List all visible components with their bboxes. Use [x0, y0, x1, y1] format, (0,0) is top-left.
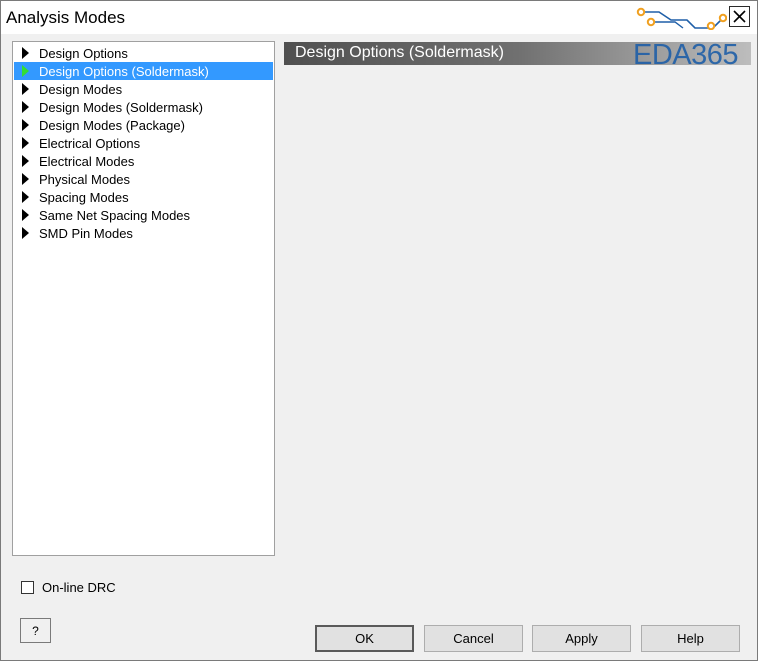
- expand-arrow-icon[interactable]: [22, 137, 29, 149]
- expand-arrow-icon[interactable]: [22, 119, 29, 131]
- tree-item-label: Design Modes (Soldermask): [39, 100, 204, 115]
- context-help-button[interactable]: ?: [20, 618, 51, 643]
- expand-arrow-icon[interactable]: [22, 101, 29, 113]
- expand-arrow-icon[interactable]: [22, 227, 29, 239]
- close-icon: [733, 10, 746, 23]
- expand-arrow-icon[interactable]: [22, 209, 29, 221]
- tree-item-smd-pin-modes[interactable]: SMD Pin Modes: [14, 224, 273, 242]
- category-tree[interactable]: Design Options Design Options (Soldermas…: [12, 41, 275, 556]
- tree-item-label: Electrical Modes: [39, 154, 135, 169]
- ok-button[interactable]: OK: [315, 625, 414, 652]
- expand-arrow-icon[interactable]: [22, 83, 29, 95]
- tree-item-electrical-modes[interactable]: Electrical Modes: [14, 152, 273, 170]
- tree-item-design-options[interactable]: Design Options: [14, 44, 273, 62]
- tree-item-label: Design Options (Soldermask): [39, 64, 209, 79]
- apply-button[interactable]: Apply: [532, 625, 631, 652]
- tree-item-spacing-modes[interactable]: Spacing Modes: [14, 188, 273, 206]
- expand-arrow-icon[interactable]: [22, 155, 29, 167]
- tree-item-label: Electrical Options: [39, 136, 141, 151]
- help-button[interactable]: Help: [641, 625, 740, 652]
- tree-item-electrical-options[interactable]: Electrical Options: [14, 134, 273, 152]
- close-button[interactable]: [729, 6, 750, 27]
- expand-arrow-icon[interactable]: [22, 191, 29, 203]
- expand-arrow-icon[interactable]: [22, 65, 29, 77]
- window-title: Analysis Modes: [6, 8, 126, 27]
- tree-item-design-modes[interactable]: Design Modes: [14, 80, 273, 98]
- expand-arrow-icon[interactable]: [22, 47, 29, 59]
- watermark-logo: EDA365: [633, 39, 739, 71]
- analysis-modes-dialog: Analysis Modes Design Options Design Opt…: [0, 0, 758, 661]
- tree-item-design-modes-package[interactable]: Design Modes (Package): [14, 116, 273, 134]
- cancel-button[interactable]: Cancel: [424, 625, 523, 652]
- tree-item-design-options-soldermask[interactable]: Design Options (Soldermask): [14, 62, 273, 80]
- expand-arrow-icon[interactable]: [22, 173, 29, 185]
- tree-item-physical-modes[interactable]: Physical Modes: [14, 170, 273, 188]
- tree-item-label: Design Modes (Package): [39, 118, 185, 133]
- online-drc-checkbox[interactable]: [21, 581, 34, 594]
- title-bar: Analysis Modes: [1, 1, 757, 34]
- tree-item-label: SMD Pin Modes: [39, 226, 133, 241]
- tree-item-same-net-spacing-modes[interactable]: Same Net Spacing Modes: [14, 206, 273, 224]
- tree-item-design-modes-soldermask[interactable]: Design Modes (Soldermask): [14, 98, 273, 116]
- tree-item-label: Same Net Spacing Modes: [39, 208, 191, 223]
- tree-item-label: Spacing Modes: [39, 190, 129, 205]
- tree-item-label: Design Modes: [39, 82, 123, 97]
- circuit-trace-logo-icon: [636, 7, 727, 30]
- panel-title: Design Options (Soldermask): [295, 44, 504, 61]
- online-drc-label[interactable]: On-line DRC: [42, 580, 116, 595]
- tree-item-label: Physical Modes: [39, 172, 131, 187]
- tree-item-label: Design Options: [39, 46, 128, 61]
